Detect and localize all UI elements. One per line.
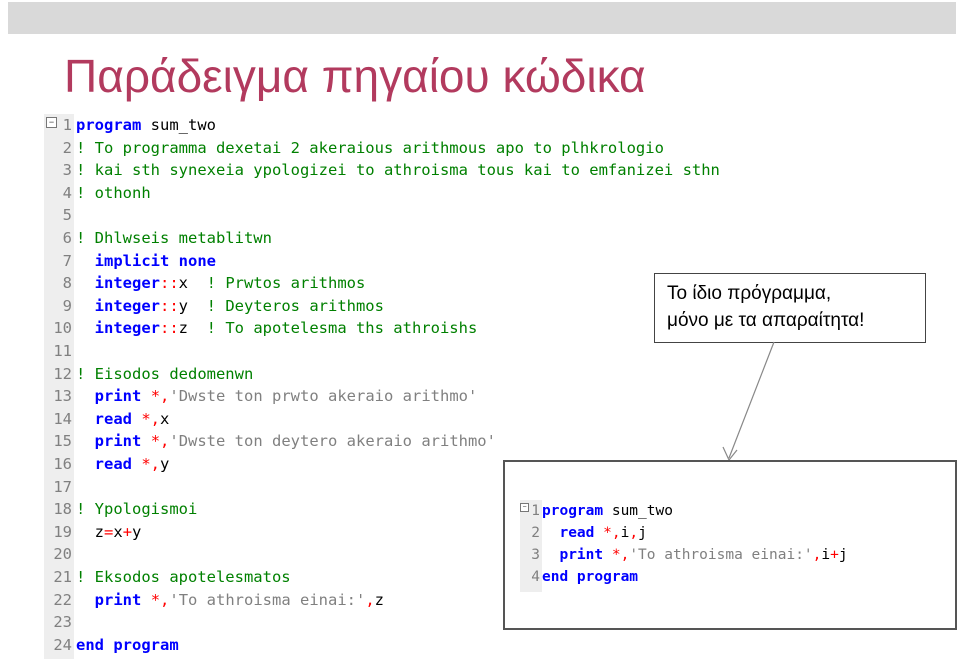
code-token: print: [559, 547, 604, 563]
code-token: *,: [603, 525, 621, 541]
line-number: 1: [531, 503, 540, 519]
code-text: print *,'To athroisma einai:',i+j: [542, 544, 848, 566]
code-token: +: [830, 547, 839, 563]
code-token: 'To athroisma einai:': [629, 547, 813, 563]
line-number: 3: [531, 547, 540, 563]
code-text: end program: [542, 566, 638, 588]
code-text: read *,i,j: [542, 522, 647, 544]
code-token: i: [821, 547, 831, 563]
line-number: 4: [531, 569, 540, 585]
code-token: j: [838, 547, 848, 563]
code-token: read: [559, 525, 595, 541]
code-token: ,: [629, 525, 639, 541]
code-token: program: [542, 503, 604, 519]
code-token: end program: [542, 569, 639, 585]
short-code-box: − 1 program sum_two 2 read *,i,j 3 print *,…: [503, 460, 957, 630]
code-text: program sum_two: [542, 500, 673, 522]
code-token: sum_two: [603, 503, 673, 519]
code-token: *,: [611, 547, 630, 563]
code-token: j: [638, 525, 647, 541]
line-number: 2: [531, 525, 540, 541]
